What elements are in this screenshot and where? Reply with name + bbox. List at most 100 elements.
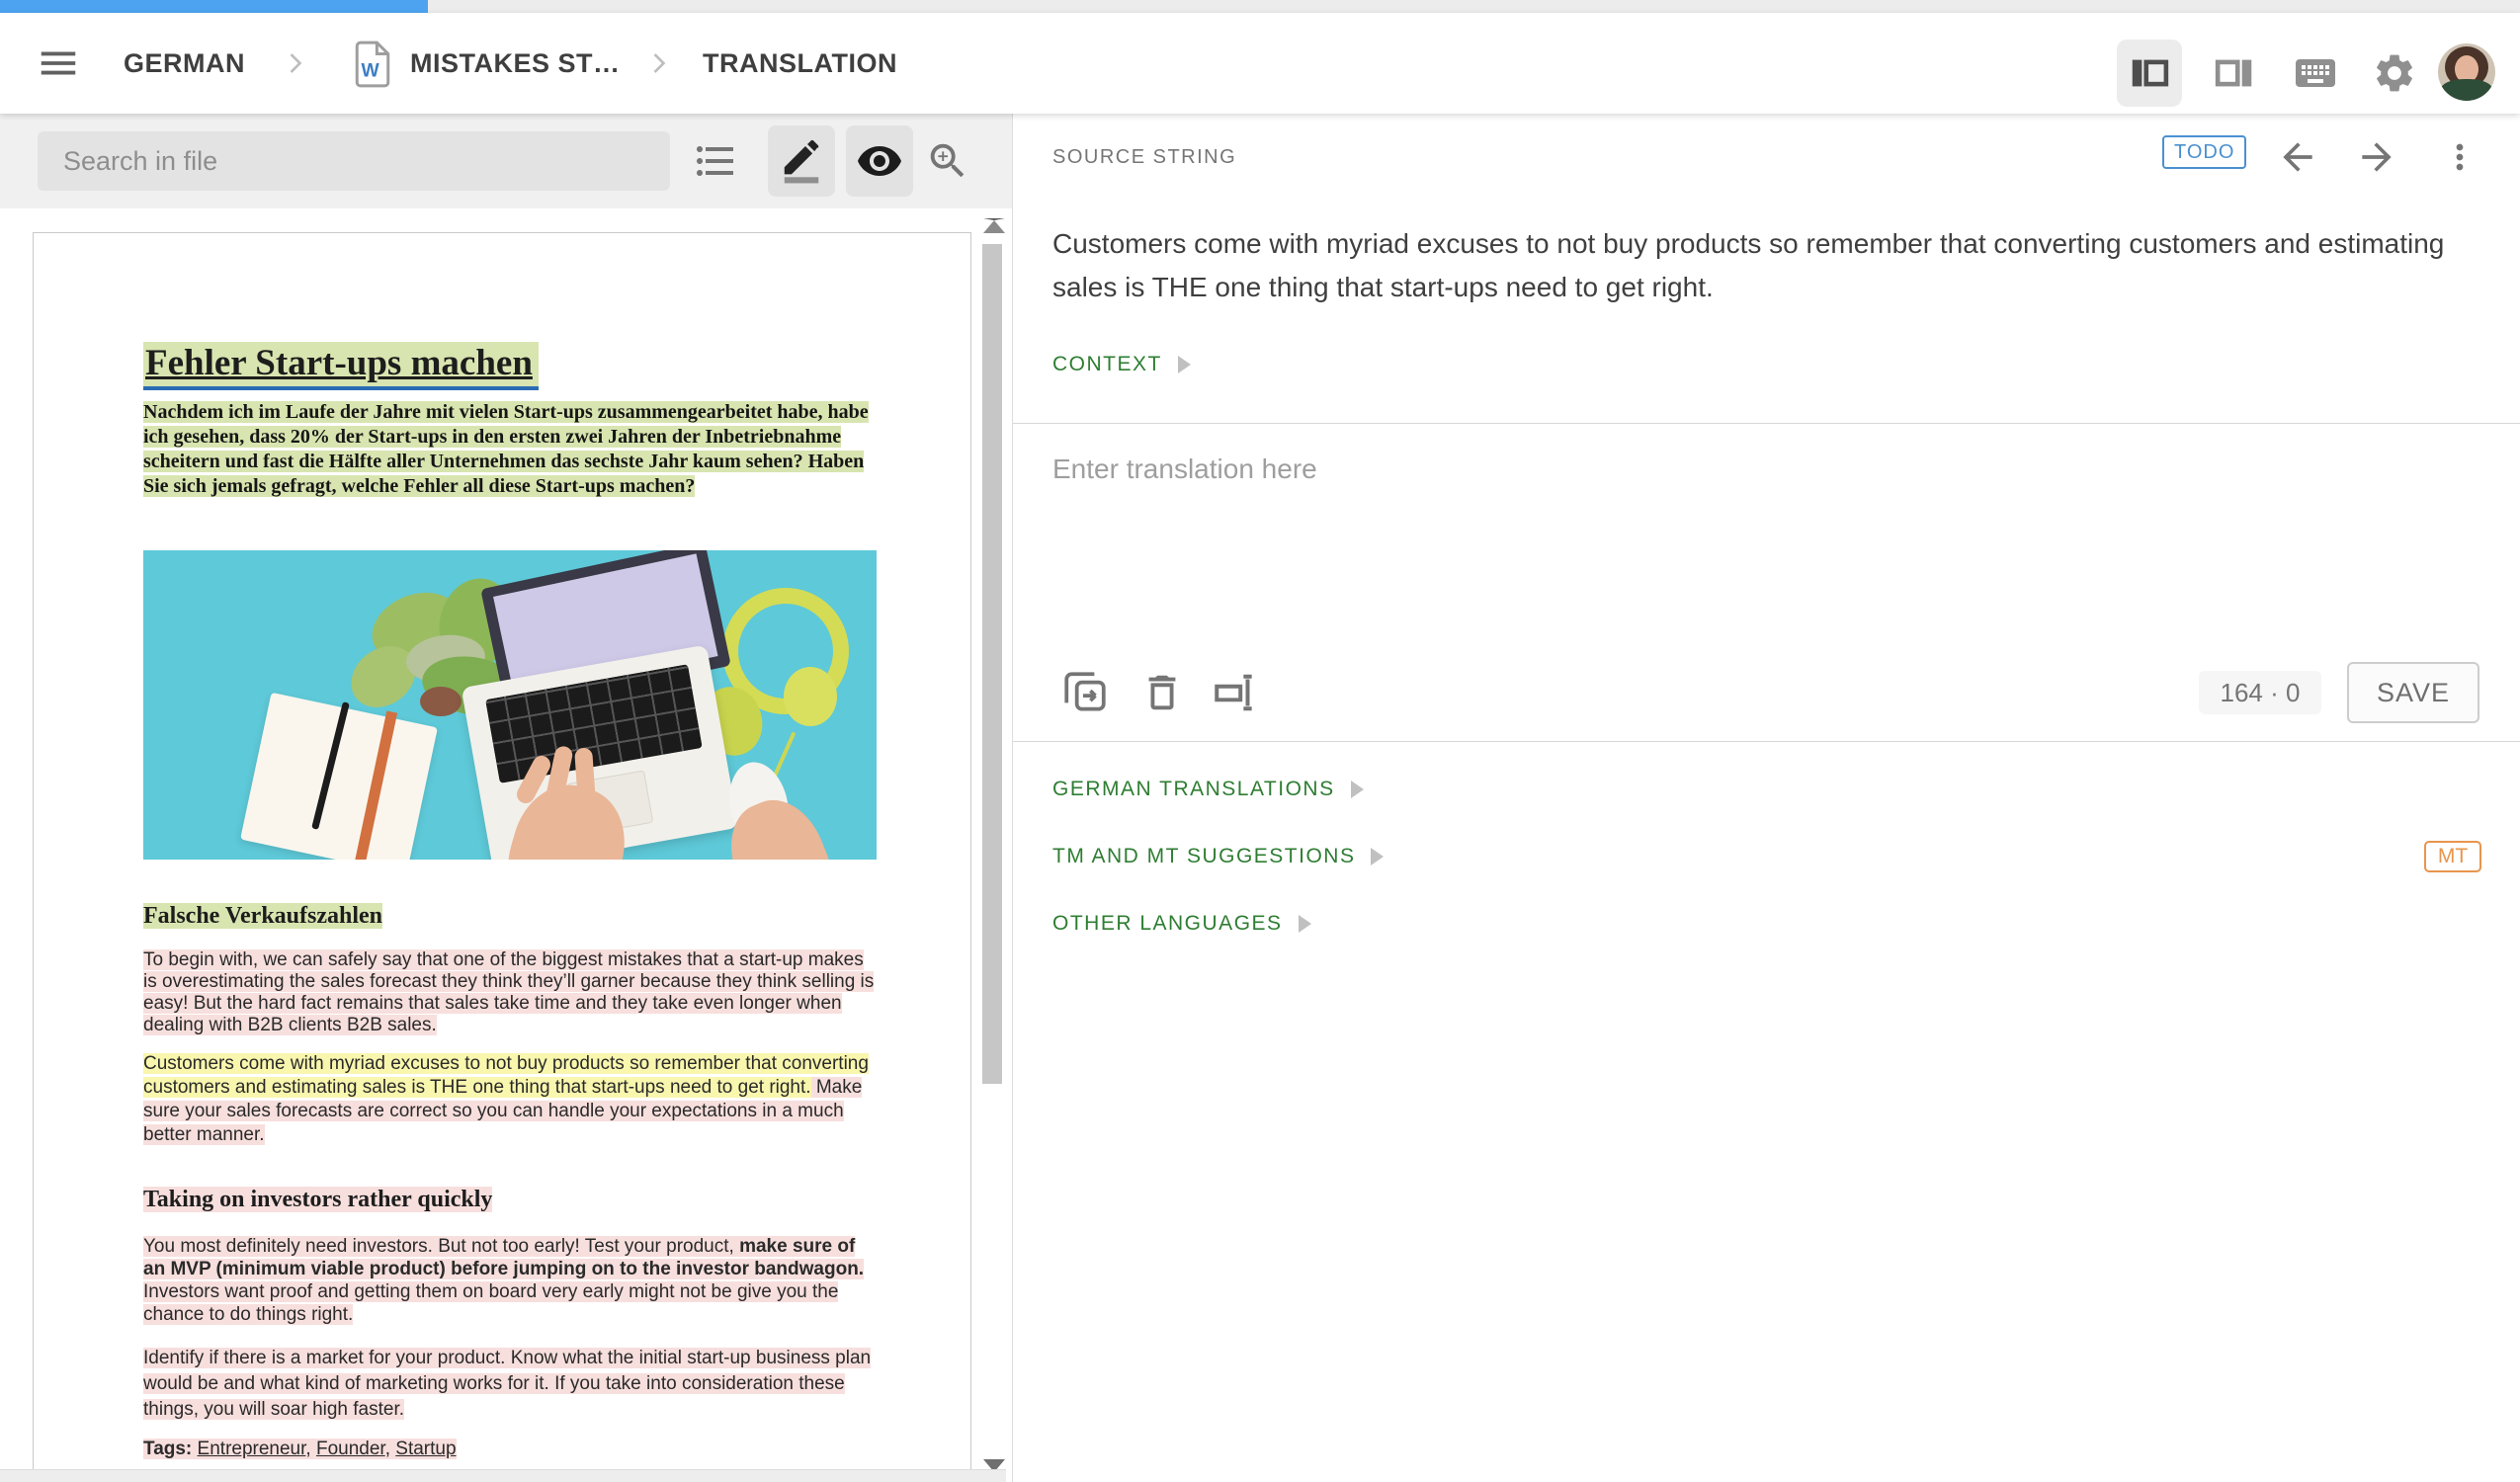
photo-plant-pot bbox=[420, 687, 462, 716]
file-progress-track bbox=[0, 0, 2520, 13]
photo-laptop-keyboard bbox=[485, 664, 703, 783]
sales-paragraph-1: To begin with, we can safely say that on… bbox=[143, 949, 881, 1036]
photo-finger bbox=[574, 747, 596, 803]
document-intro-paragraph: Nachdem ich im Laufe der Jahre mit viele… bbox=[143, 400, 881, 499]
settings-button[interactable] bbox=[2362, 40, 2427, 107]
expand-arrow-icon bbox=[1371, 848, 1384, 865]
paragraph-text: Investors want proof and getting them on… bbox=[143, 1281, 838, 1325]
photo-notebook-band bbox=[353, 710, 397, 860]
divider bbox=[1013, 741, 2520, 742]
tag-link-entrepreneur[interactable]: Entrepreneur bbox=[198, 1439, 306, 1459]
copy-source-button[interactable] bbox=[1060, 667, 1112, 718]
context-label: CONTEXT bbox=[1052, 353, 1162, 376]
zoom-in-button[interactable] bbox=[925, 137, 972, 185]
sales-paragraph-2: Customers come with myriad excuses to no… bbox=[143, 1052, 881, 1147]
highlighter-icon bbox=[779, 138, 824, 184]
context-expander[interactable]: CONTEXT bbox=[1052, 353, 1191, 376]
arrow-forward-icon bbox=[2355, 135, 2398, 179]
clear-translation-button[interactable] bbox=[1139, 667, 1191, 718]
gear-icon bbox=[2372, 50, 2417, 96]
section-heading-text: Taking on investors rather quickly bbox=[143, 1187, 492, 1212]
section-heading-sales: Falsche Verkaufszahlen bbox=[143, 903, 876, 930]
document-horizontal-scrollbar[interactable] bbox=[0, 1469, 1006, 1482]
side-by-side-view-button[interactable] bbox=[2117, 40, 2182, 107]
right-panel-layout-icon bbox=[2212, 50, 2257, 96]
text-select-icon bbox=[1211, 668, 1260, 717]
zoom-in-icon bbox=[925, 138, 970, 184]
tag-separator: , bbox=[305, 1439, 316, 1459]
keyboard-shortcuts-button[interactable] bbox=[2283, 40, 2348, 107]
source-string-text: Customers come with myriad excuses to no… bbox=[1052, 222, 2456, 309]
document-title: Fehler Start-ups machen bbox=[143, 342, 876, 384]
tags-label: Tags: bbox=[143, 1439, 192, 1459]
divider bbox=[1013, 423, 2520, 424]
expand-arrow-icon bbox=[1178, 356, 1191, 373]
current-string-highlight[interactable]: Customers come with myriad excuses to no… bbox=[143, 1053, 869, 1098]
breadcrumb-file[interactable]: MISTAKES ST… bbox=[410, 13, 621, 114]
main-menu-button[interactable] bbox=[36, 41, 81, 86]
character-counter: 164 · 0 bbox=[2199, 671, 2321, 714]
keyboard-icon bbox=[2292, 49, 2339, 97]
paragraph-text: To begin with, we can safely say that on… bbox=[143, 949, 874, 1035]
document-tags: Tags: Entrepreneur, Founder, Startup bbox=[143, 1439, 876, 1460]
expander-label: OTHER LANGUAGES bbox=[1052, 912, 1283, 936]
chevron-right-icon bbox=[644, 47, 676, 79]
translation-editor-panel: SOURCE STRING TODO Customers come with m… bbox=[1013, 114, 2520, 1482]
tm-mt-suggestions-expander[interactable]: TM AND MT SUGGESTIONS bbox=[1052, 845, 1384, 868]
arrow-back-icon bbox=[2276, 135, 2319, 179]
avatar-body bbox=[2440, 79, 2493, 101]
user-avatar[interactable] bbox=[2438, 43, 2495, 101]
eye-icon bbox=[856, 137, 903, 185]
breadcrumb-mode: TRANSLATION bbox=[703, 13, 897, 114]
highlight-mode-button[interactable] bbox=[768, 125, 835, 197]
other-languages-expander[interactable]: OTHER LANGUAGES bbox=[1052, 912, 1311, 936]
expand-arrow-icon bbox=[1299, 915, 1311, 933]
kebab-menu-icon bbox=[2440, 137, 2479, 177]
expander-label: TM AND MT SUGGESTIONS bbox=[1052, 845, 1355, 868]
document-content: Fehler Start-ups machen Nachdem ich im L… bbox=[34, 233, 970, 1460]
preview-mode-button[interactable] bbox=[846, 125, 913, 197]
document-vertical-scrollbar[interactable] bbox=[980, 208, 1006, 1482]
expander-label: GERMAN TRANSLATIONS bbox=[1052, 778, 1335, 801]
document-preview-panel: Fehler Start-ups machen Nachdem ich im L… bbox=[0, 114, 1012, 1482]
investors-paragraph-2: Identify if there is a market for your p… bbox=[143, 1346, 881, 1423]
string-options-button[interactable] bbox=[2440, 135, 2483, 179]
paragraph-text: Identify if there is a market for your p… bbox=[143, 1348, 871, 1420]
next-string-button[interactable] bbox=[2355, 135, 2398, 179]
tag-link-startup[interactable]: Startup bbox=[395, 1439, 456, 1459]
german-translations-expander[interactable]: GERMAN TRANSLATIONS bbox=[1052, 778, 1364, 801]
status-badge: TODO bbox=[2162, 135, 2246, 169]
top-header: GERMAN W MISTAKES ST… TRANSLATION bbox=[0, 13, 2520, 114]
side-by-side-layout-icon bbox=[2127, 50, 2172, 96]
strings-list-button[interactable] bbox=[692, 137, 739, 185]
file-progress-fill bbox=[0, 0, 428, 13]
document-title-text: Fehler Start-ups machen bbox=[143, 342, 539, 390]
copy-source-icon bbox=[1060, 668, 1110, 717]
intro-text: Nachdem ich im Laufe der Jahre mit viele… bbox=[143, 401, 869, 497]
mt-badge: MT bbox=[2424, 841, 2481, 872]
svg-text:W: W bbox=[361, 60, 379, 81]
search-input[interactable] bbox=[38, 131, 670, 191]
document-page: Fehler Start-ups machen Nachdem ich im L… bbox=[33, 232, 971, 1479]
photo-headphones-cup bbox=[784, 667, 837, 726]
paragraph-text: You most definitely need investors. But … bbox=[143, 1236, 739, 1257]
section-heading-investors: Taking on investors rather quickly bbox=[143, 1187, 876, 1213]
investors-paragraph-1: You most definitely need investors. But … bbox=[143, 1235, 881, 1326]
section-heading-text: Falsche Verkaufszahlen bbox=[143, 903, 382, 929]
translation-input[interactable] bbox=[1052, 453, 2456, 641]
save-button[interactable]: SAVE bbox=[2347, 662, 2479, 723]
tag-link-founder[interactable]: Founder bbox=[316, 1439, 385, 1459]
scrollbar-thumb[interactable] bbox=[982, 244, 1002, 1084]
breadcrumb-language[interactable]: GERMAN bbox=[124, 13, 245, 114]
document-photo bbox=[143, 550, 877, 860]
list-icon bbox=[692, 137, 739, 185]
scroll-up-arrow[interactable] bbox=[983, 218, 1005, 233]
select-text-button[interactable] bbox=[1211, 667, 1262, 718]
previous-string-button[interactable] bbox=[2276, 135, 2319, 179]
tag-separator: , bbox=[385, 1439, 396, 1459]
trash-icon bbox=[1139, 670, 1185, 715]
word-file-icon: W bbox=[352, 40, 393, 89]
expand-arrow-icon bbox=[1351, 781, 1364, 798]
comfortable-view-button[interactable] bbox=[2202, 40, 2267, 107]
source-string-label: SOURCE STRING bbox=[1052, 146, 1236, 169]
